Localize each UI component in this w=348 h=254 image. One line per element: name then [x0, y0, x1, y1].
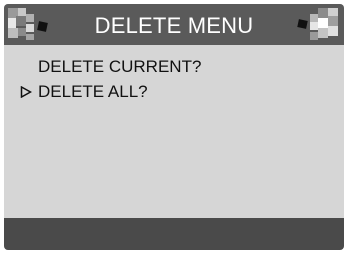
triangle-right-outline-icon: [20, 86, 32, 98]
menu-item-delete-all[interactable]: DELETE ALL?: [4, 79, 344, 105]
lcd-screen: DELETE MENU DELETE CURRENT? DELETE ALL?: [4, 4, 344, 250]
footer-bar: [4, 218, 344, 250]
menu-item-label: DELETE ALL?: [38, 82, 148, 101]
menu-item-label: DELETE CURRENT?: [38, 57, 202, 76]
delete-menu-list: DELETE CURRENT? DELETE ALL?: [4, 45, 344, 218]
menu-item-delete-current[interactable]: DELETE CURRENT?: [4, 54, 344, 80]
checker-decoration-right-icon: [284, 4, 344, 45]
title-bar: DELETE MENU: [4, 4, 344, 45]
